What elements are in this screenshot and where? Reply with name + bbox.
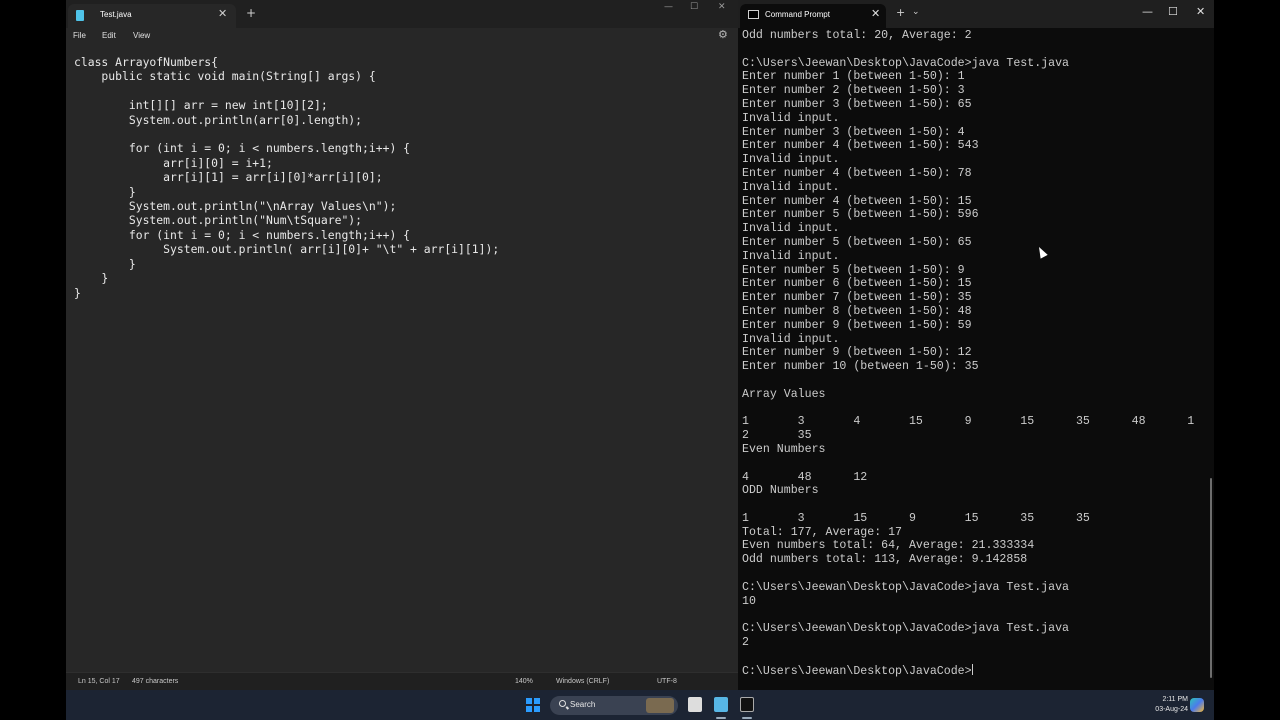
search-highlight-icon — [646, 698, 674, 713]
console-output[interactable]: Odd numbers total: 20, Average: 2 C:\Use… — [742, 29, 1194, 678]
running-indicator — [716, 717, 726, 719]
menu-file[interactable]: File — [73, 31, 86, 40]
zoom-level[interactable]: 140% — [515, 678, 533, 685]
search-label: Search — [570, 700, 596, 709]
code-content[interactable]: class ArrayofNumbers{ public static void… — [74, 55, 499, 300]
console-text: Odd numbers total: 20, Average: 2 C:\Use… — [742, 29, 1195, 678]
search-input[interactable]: Search — [550, 696, 678, 715]
cursor-position: Ln 15, Col 17 — [78, 678, 120, 685]
chevron-down-icon[interactable]: ⌄ — [912, 7, 920, 17]
scrollbar[interactable] — [1210, 478, 1212, 678]
tab-label: Command Prompt — [765, 10, 830, 19]
system-clock[interactable]: 2:11 PM 03-Aug-24 — [1148, 695, 1188, 715]
line-ending[interactable]: Windows (CRLF) — [556, 678, 609, 685]
clock-time: 2:11 PM — [1162, 696, 1188, 703]
terminal-icon — [748, 10, 759, 19]
terminal-icon[interactable] — [740, 697, 754, 712]
menu-edit[interactable]: Edit — [102, 31, 116, 40]
close-button[interactable]: ✕ — [718, 2, 726, 12]
text-cursor — [971, 663, 973, 675]
running-indicator — [742, 717, 752, 719]
close-button[interactable]: ✕ — [1196, 5, 1205, 18]
notepad-icon[interactable] — [714, 697, 728, 712]
text-editor[interactable]: class ArrayofNumbers{ public static void… — [66, 44, 738, 672]
tab-close-icon[interactable]: ✕ — [218, 7, 227, 20]
taskbar: Search 2:11 PM 03-Aug-24 — [66, 690, 1214, 720]
cmd-titlebar: Command Prompt ✕ + ⌄ — ☐ ✕ — [738, 0, 1214, 28]
status-bar: Ln 15, Col 17 497 characters 140% Window… — [66, 672, 738, 690]
copilot-icon[interactable] — [1190, 698, 1204, 712]
command-prompt-window: Command Prompt ✕ + ⌄ — ☐ ✕ Odd numbers t… — [738, 0, 1214, 690]
minimize-button[interactable]: — — [664, 2, 673, 12]
notepad-titlebar: Test.java ✕ + — ☐ ✕ — [66, 0, 738, 28]
tab-label: Test.java — [100, 10, 132, 19]
gear-icon[interactable]: ⚙ — [718, 28, 728, 41]
notepad-document-icon — [76, 10, 84, 21]
tab-close-icon[interactable]: ✕ — [871, 7, 880, 20]
notepad-window: Test.java ✕ + — ☐ ✕ File Edit View ⚙ cla… — [66, 0, 738, 690]
character-count: 497 characters — [132, 678, 179, 685]
tab-command-prompt[interactable]: Command Prompt ✕ — [740, 4, 886, 28]
new-tab-button[interactable]: + — [896, 6, 905, 19]
search-icon — [559, 700, 566, 707]
encoding[interactable]: UTF-8 — [657, 678, 677, 685]
windows-start-icon[interactable] — [526, 698, 540, 712]
clock-date: 03-Aug-24 — [1155, 706, 1188, 713]
menu-bar: File Edit View ⚙ — [66, 28, 738, 44]
tab-test-java[interactable]: Test.java ✕ — [68, 4, 236, 28]
menu-view[interactable]: View — [133, 31, 150, 40]
maximize-button[interactable]: ☐ — [690, 2, 698, 12]
new-tab-button[interactable]: + — [246, 6, 256, 20]
file-explorer-icon[interactable] — [688, 697, 702, 712]
maximize-button[interactable]: ☐ — [1168, 5, 1178, 18]
minimize-button[interactable]: — — [1142, 5, 1153, 18]
